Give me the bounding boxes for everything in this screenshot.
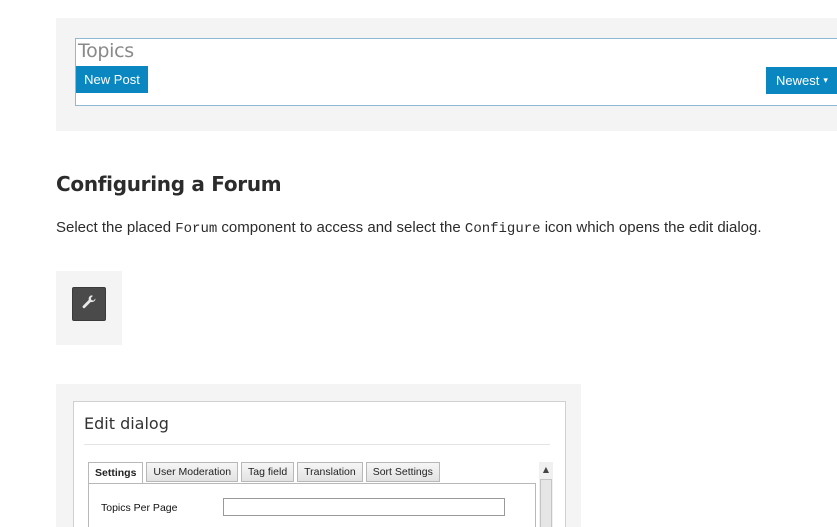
- edit-dialog-figure: Edit dialog Settings User Moderation Tag…: [56, 384, 581, 527]
- sort-newest-button[interactable]: Newest ▾: [766, 67, 837, 94]
- tab-translation[interactable]: Translation: [297, 462, 363, 482]
- configure-figure: [56, 271, 122, 345]
- topics-panel: Topics New Post Newest ▾: [75, 38, 837, 106]
- scrollbar[interactable]: ▲: [539, 462, 553, 527]
- section-heading: Configuring a Forum: [56, 172, 282, 196]
- divider: [84, 444, 550, 445]
- configure-button[interactable]: [72, 287, 106, 321]
- tab-settings[interactable]: Settings: [88, 462, 144, 484]
- scroll-thumb[interactable]: [540, 479, 552, 527]
- dialog-title: Edit dialog: [84, 414, 169, 433]
- tab-user-moderation[interactable]: User Moderation: [146, 462, 239, 482]
- tab-sort-settings[interactable]: Sort Settings: [365, 462, 440, 482]
- paragraph-text: Select the placed: [56, 219, 176, 236]
- chevron-down-icon: ▾: [823, 75, 828, 85]
- code-configure: Configure: [464, 221, 541, 237]
- new-post-button[interactable]: New Post: [76, 66, 148, 93]
- instruction-paragraph: Select the placed Forum component to acc…: [56, 219, 837, 237]
- topics-figure: Topics New Post Newest ▾: [56, 18, 837, 131]
- paragraph-text: component to access and select the: [217, 219, 465, 236]
- topics-per-page-input[interactable]: [223, 498, 505, 516]
- paragraph-text: icon which opens the edit dialog.: [540, 219, 762, 236]
- settings-panel: Topics Per Page: [88, 483, 536, 527]
- edit-dialog: Edit dialog Settings User Moderation Tag…: [73, 401, 566, 527]
- scroll-up-icon[interactable]: ▲: [539, 462, 553, 476]
- topics-per-page-label: Topics Per Page: [101, 502, 178, 514]
- topics-title: Topics: [78, 40, 134, 62]
- sort-label: Newest: [776, 73, 820, 88]
- wrench-icon: [81, 294, 97, 314]
- code-forum: Forum: [175, 221, 218, 237]
- tab-tag-field[interactable]: Tag field: [241, 462, 295, 482]
- page: Topics New Post Newest ▾ Configuring a Fo…: [0, 0, 837, 527]
- dialog-tabs: Settings User Moderation Tag field Trans…: [88, 462, 443, 484]
